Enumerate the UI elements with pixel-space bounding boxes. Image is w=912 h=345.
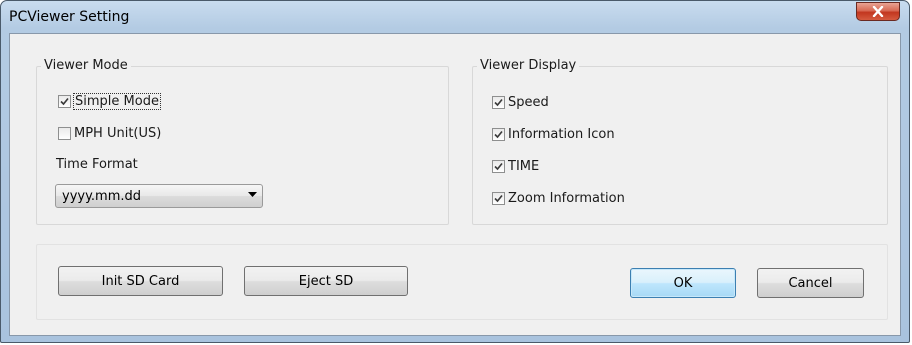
time-checkbox[interactable]: TIME [492,159,539,174]
checkmark-icon [494,194,503,203]
close-icon [872,6,884,17]
title-bar[interactable]: PCViewer Setting [1,1,909,33]
dialog-window: PCViewer Setting Viewer Mode Simple Mode… [0,0,910,343]
window-title: PCViewer Setting [9,9,130,25]
time-label[interactable]: TIME [508,159,539,174]
zoom-information-label[interactable]: Zoom Information [508,191,625,206]
checkmark-icon [494,98,503,107]
information-icon-label[interactable]: Information Icon [508,127,615,142]
init-sd-card-button[interactable]: Init SD Card [58,266,223,296]
zoom-information-check-box[interactable] [492,192,505,205]
ok-button[interactable]: OK [630,268,736,298]
checkmark-icon [494,130,503,139]
simple-mode-check-box[interactable] [58,95,71,108]
speed-check-box[interactable] [492,96,505,109]
mph-unit-checkbox[interactable]: MPH Unit(US) [58,126,161,141]
dialog-client-area: Viewer Mode Simple Mode MPH Unit(US) Tim… [9,33,901,336]
chevron-down-icon [248,192,257,197]
time-check-box[interactable] [492,160,505,173]
time-format-select[interactable]: yyyy.mm.dd [55,184,263,208]
simple-mode-label[interactable]: Simple Mode [73,93,161,110]
viewer-mode-label: Viewer Mode [41,58,131,73]
checkmark-icon [60,97,69,106]
simple-mode-checkbox[interactable]: Simple Mode [58,93,161,110]
checkmark-icon [494,162,503,171]
speed-label[interactable]: Speed [508,95,549,110]
time-format-label: Time Format [56,157,138,172]
mph-unit-check-box[interactable] [58,127,71,140]
viewer-display-label: Viewer Display [477,58,580,73]
time-format-value: yyyy.mm.dd [62,189,142,204]
cancel-button[interactable]: Cancel [757,268,864,298]
speed-checkbox[interactable]: Speed [492,95,549,110]
close-button[interactable] [856,2,900,21]
eject-sd-button[interactable]: Eject SD [244,266,408,296]
zoom-information-checkbox[interactable]: Zoom Information [492,191,625,206]
mph-unit-label[interactable]: MPH Unit(US) [74,126,161,141]
information-icon-check-box[interactable] [492,128,505,141]
information-icon-checkbox[interactable]: Information Icon [492,127,615,142]
